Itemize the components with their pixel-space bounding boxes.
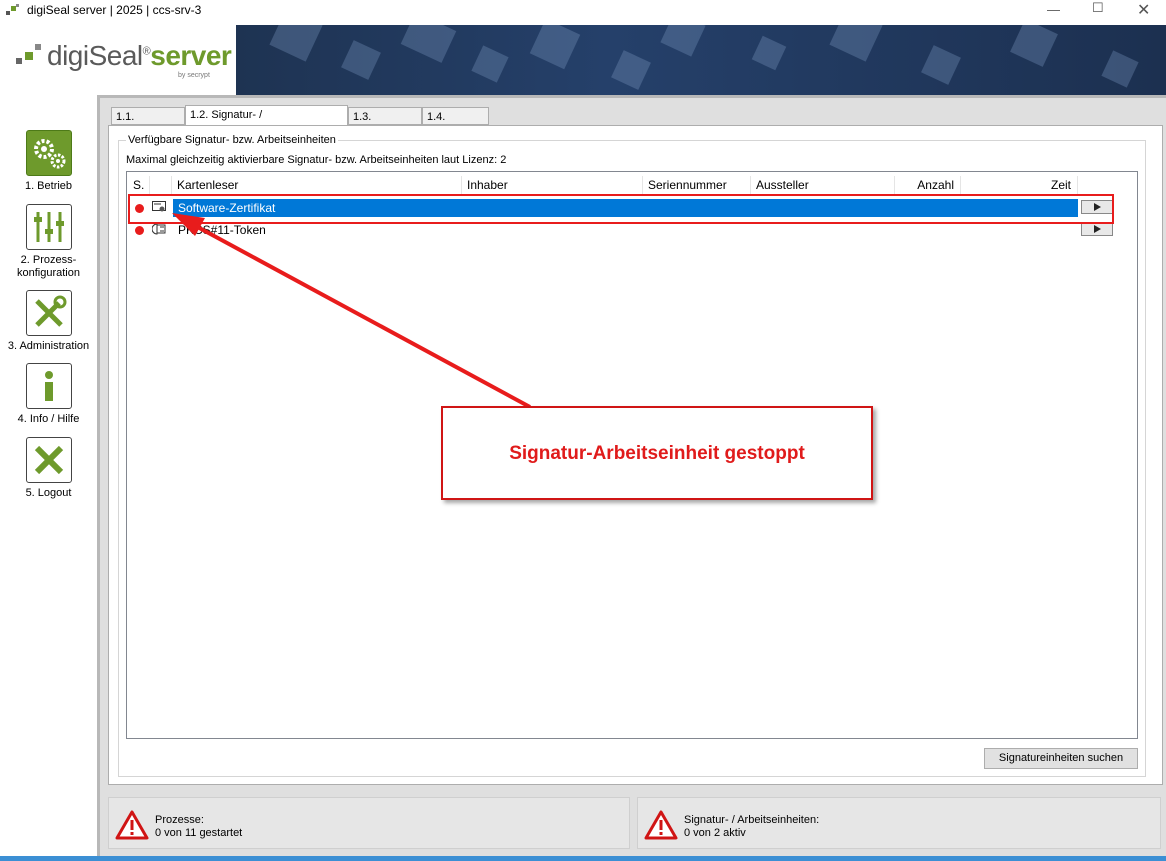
logo-text-server: server <box>150 40 232 71</box>
status-processes-value: 0 von 11 gestartet <box>155 827 243 839</box>
column-header-seriennummer[interactable]: Seriennummer <box>643 176 751 195</box>
sidebar-item-logout[interactable]: 5. Logout <box>0 437 97 500</box>
minimize-icon[interactable]: — <box>1047 2 1060 17</box>
tab-prozesse[interactable]: 1.1. Prozesse <box>111 107 185 141</box>
logo-mark-icon <box>16 44 41 64</box>
column-header-icon[interactable] <box>150 176 172 195</box>
tab-autostart[interactable]: 1.3. Autostart <box>348 107 422 141</box>
sliders-icon <box>25 204 72 250</box>
cell-kartenleser: PKCS#11-Token <box>178 223 266 237</box>
highlight-frame <box>128 194 1114 224</box>
status-units-value: 0 von 2 aktiv <box>684 827 746 839</box>
column-header-anzahl[interactable]: Anzahl <box>895 176 961 195</box>
app-icon <box>6 4 19 15</box>
taskbar-edge <box>0 856 1166 861</box>
close-x-icon <box>25 437 72 483</box>
column-header-status[interactable]: S. <box>128 176 150 195</box>
warning-icon <box>115 810 149 840</box>
window-titlebar: digiSeal server | 2025 | ccs-srv-3 — ☐ ✕ <box>0 0 1166 22</box>
status-panel-processes: Prozesse: 0 von 11 gestartet <box>108 797 630 849</box>
column-header-kartenleser[interactable]: Kartenleser <box>172 176 462 195</box>
token-icon <box>152 223 166 235</box>
sidebar-item-betrieb[interactable]: 1. Betrieb <box>0 130 97 193</box>
column-header-inhaber[interactable]: Inhaber <box>462 176 643 195</box>
status-processes-title: Prozesse: <box>155 814 204 826</box>
sidebar-item-label: 5. Logout <box>25 487 72 499</box>
license-text: Maximal gleichzeitig aktivierbare Signat… <box>126 154 507 166</box>
close-icon[interactable]: ✕ <box>1137 0 1150 20</box>
column-header-aussteller[interactable]: Aussteller <box>751 176 895 195</box>
column-header-zeit[interactable]: Zeit <box>961 176 1078 195</box>
sidebar-item-label: 4. Info / Hilfe <box>17 413 80 425</box>
info-icon <box>25 363 72 409</box>
status-units-title: Signatur- / Arbeitseinheiten: <box>684 814 820 826</box>
start-button[interactable] <box>1081 222 1113 236</box>
annotation-callout: Signatur-Arbeitseinheit gestoppt <box>441 406 873 500</box>
sidebar-item-label: 3. Administration <box>7 340 90 352</box>
callout-text: Signatur-Arbeitseinheit gestoppt <box>509 443 805 464</box>
sidebar: 1. Betrieb 2. Prozess- konfiguration 3. … <box>0 95 97 861</box>
warning-icon <box>644 810 678 840</box>
tools-icon <box>25 290 72 336</box>
logo-by-secrypt: by secrypt <box>178 72 210 79</box>
maximize-icon[interactable]: ☐ <box>1092 0 1104 16</box>
sidebar-item-label: 2. Prozess- konfiguration <box>17 254 80 279</box>
groupbox-legend: Verfügbare Signatur- bzw. Arbeitseinheit… <box>126 134 338 146</box>
header-banner <box>236 25 1166 95</box>
status-panel-units: Signatur- / Arbeitseinheiten: 0 von 2 ak… <box>637 797 1161 849</box>
sidebar-item-administration[interactable]: 3. Administration <box>0 290 97 353</box>
sidebar-item-label: 1. Betrieb <box>24 180 73 192</box>
sidebar-item-info-hilfe[interactable]: 4. Info / Hilfe <box>0 363 97 426</box>
tab-signatur-arbeitseinheiten[interactable]: 1.2. Signatur- / Arbeitseinheiten <box>185 105 348 139</box>
search-units-button[interactable]: Signatureinheiten suchen <box>984 748 1138 769</box>
window-title: digiSeal server | 2025 | ccs-srv-3 <box>27 3 202 17</box>
status-dot-red <box>135 226 144 235</box>
gears-icon <box>25 130 72 176</box>
logo-text-digiseal: digiSeal <box>47 40 143 71</box>
logo: digiSeal®server <box>47 40 232 72</box>
tab-statistik[interactable]: 1.4. Statistik <box>422 107 489 141</box>
sidebar-item-prozesskonfiguration[interactable]: 2. Prozess- konfiguration <box>0 204 97 280</box>
